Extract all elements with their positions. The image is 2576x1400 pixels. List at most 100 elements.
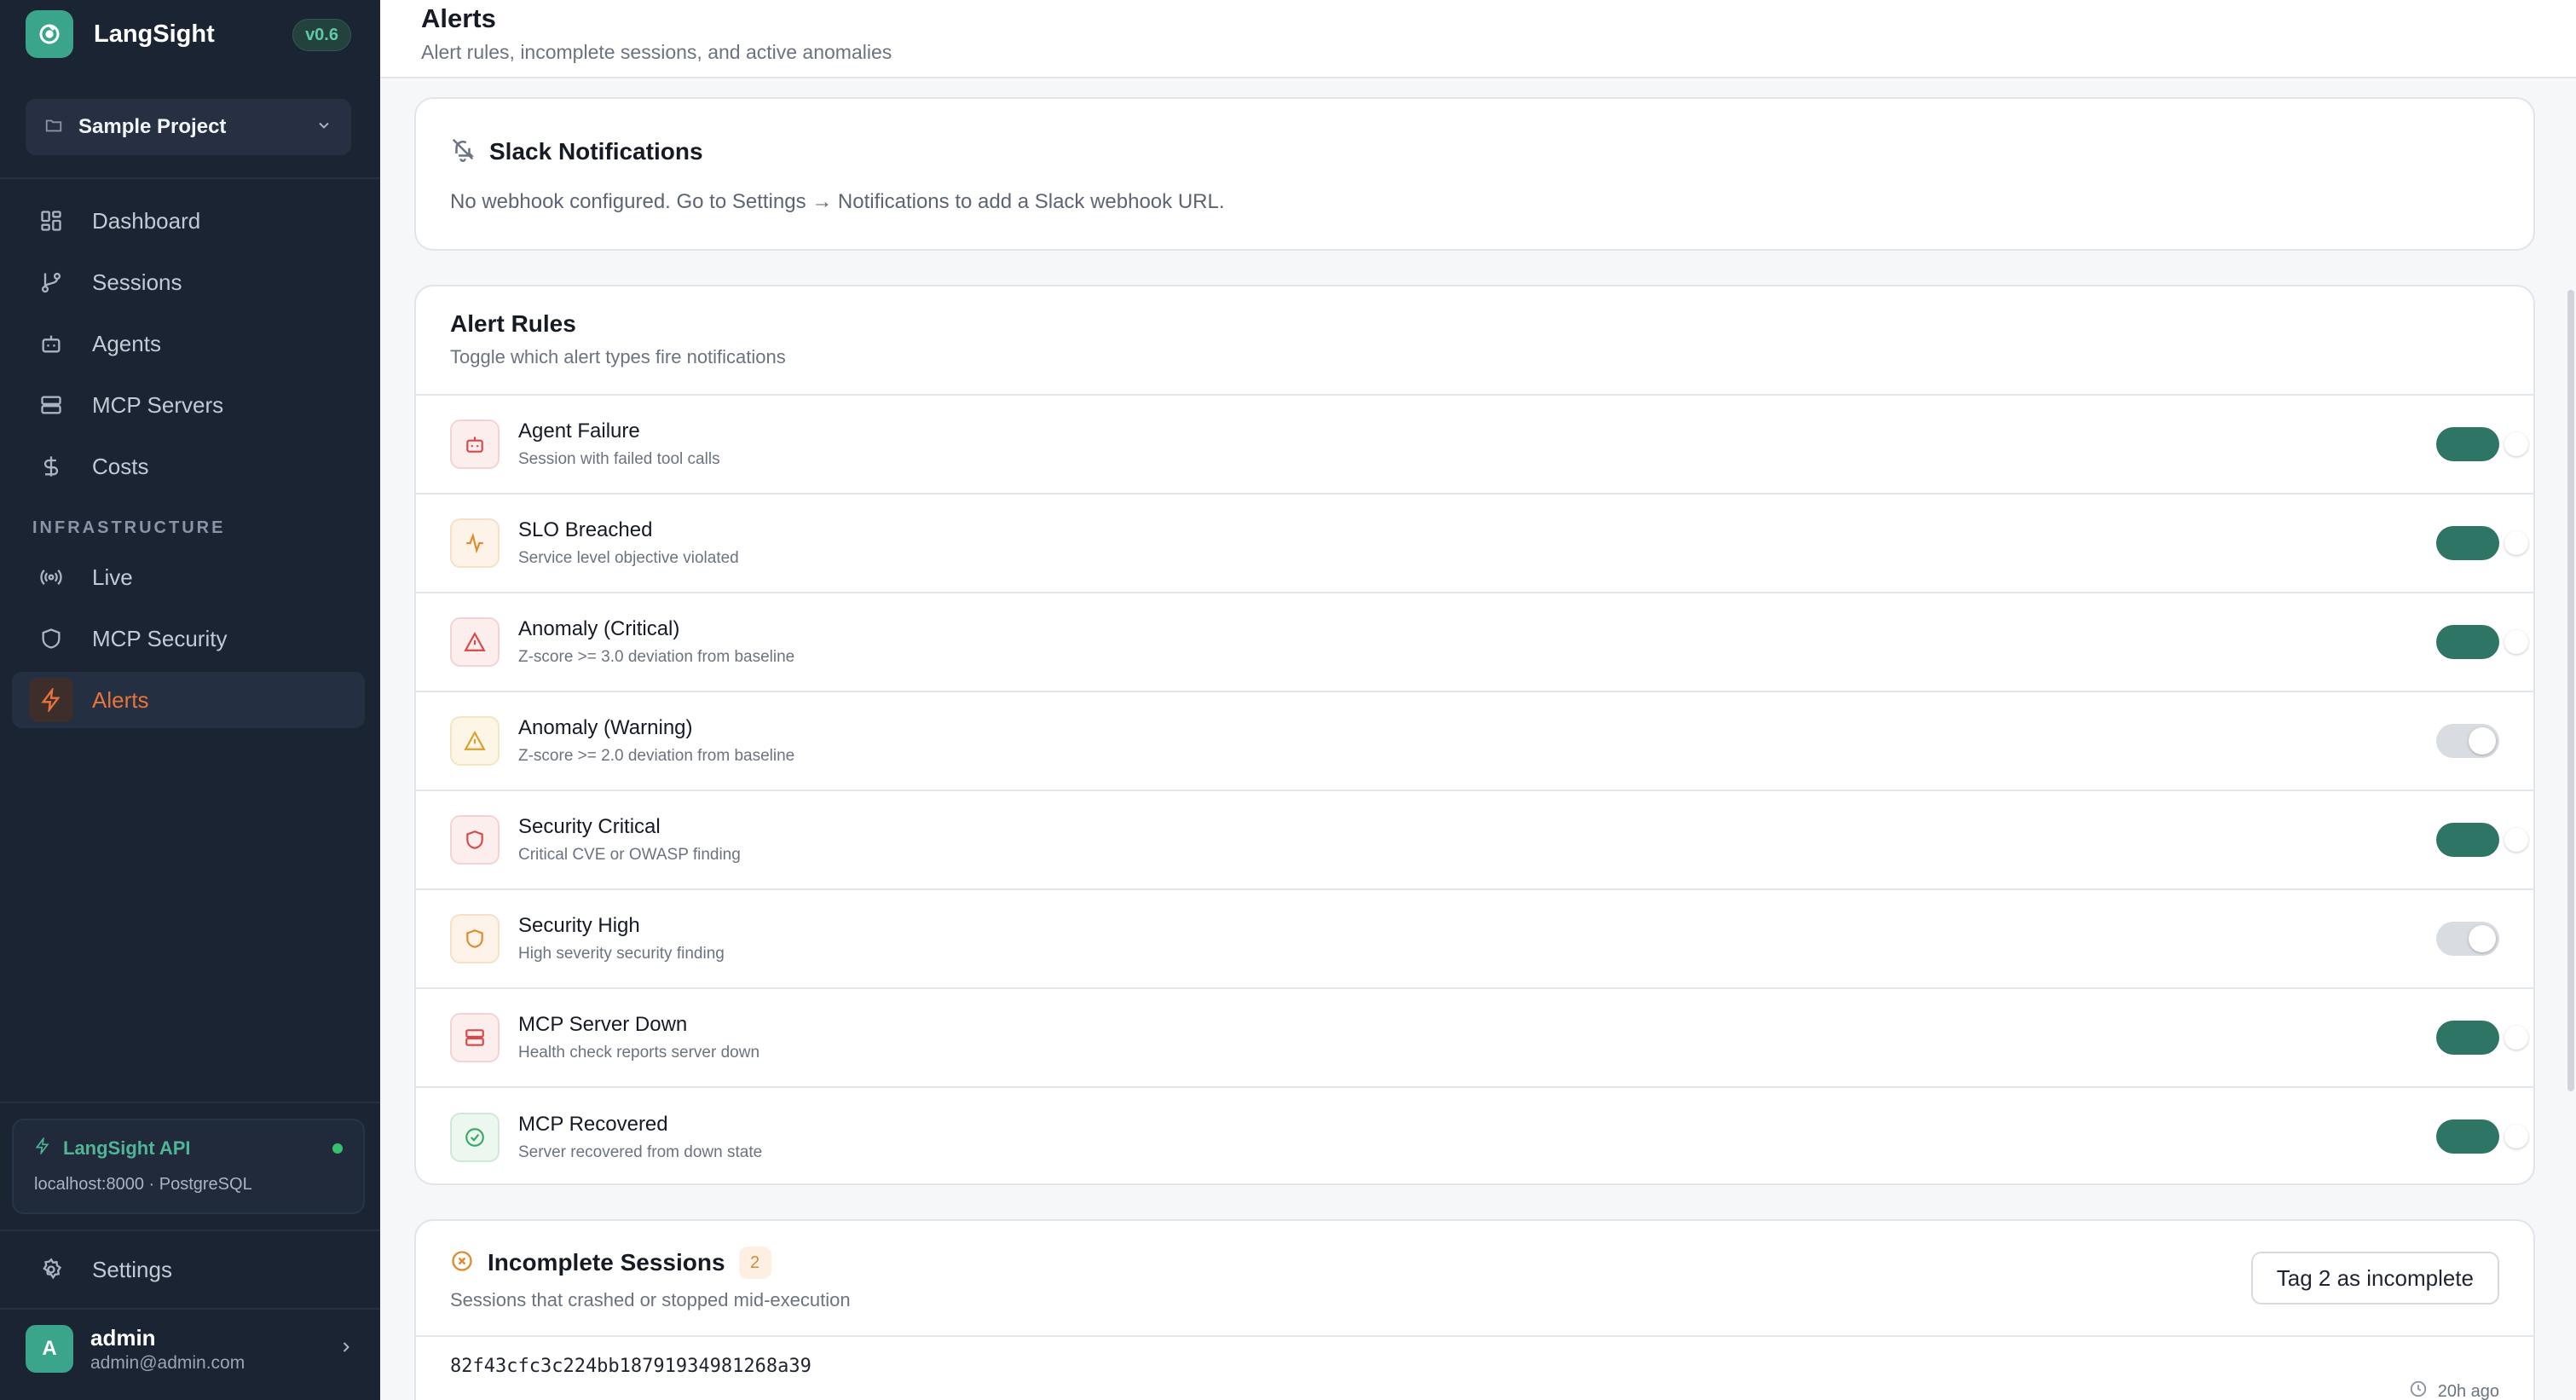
shield-icon [450,815,500,865]
api-subtitle: localhost:8000 · PostgreSQL [34,1175,252,1194]
app-name: LangSight [94,20,215,48]
page-header: Alerts Alert rules, incomplete sessions,… [380,0,2576,78]
bell-off-icon [450,136,476,166]
status-dot [332,1143,343,1154]
alert-triangle-icon [450,716,500,766]
slack-message: No webhook configured. Go to Settings → … [450,190,1225,213]
sidebar-item-label: Live [92,564,133,590]
alert-rules-title: Alert Rules [450,310,576,337]
scrollbar[interactable] [2567,290,2574,1091]
rule-subtitle: Health check reports server down [518,1044,760,1062]
count-badge: 2 [738,1247,771,1279]
check-circle-icon [450,1113,500,1162]
rule-toggle[interactable] [2436,526,2528,560]
avatar: A [26,1325,73,1373]
sidebar-item-mcp-security[interactable]: MCP Security [12,610,365,667]
rule-toggle[interactable] [2436,724,2499,758]
rule-toggle[interactable] [2436,1119,2528,1154]
api-status-card: LangSight API localhost:8000 · PostgreSQ… [12,1119,365,1214]
activity-icon [450,518,500,568]
page-subtitle: Alert rules, incomplete sessions, and ac… [421,41,892,63]
toggle-knob [2504,531,2528,555]
rule-row-security-high: Security High High severity security fin… [416,890,2533,989]
session-row[interactable]: 82f43cfc3c224bb18791934981268a39 20h ago [416,1337,2533,1400]
rule-title: Agent Failure [518,419,640,443]
x-circle-icon [450,1249,474,1277]
clock-icon [2409,1380,2428,1400]
toggle-knob [2504,828,2528,852]
toggle-knob [2504,432,2528,456]
zap-icon [34,1136,51,1160]
git-branch-icon [38,269,65,296]
sidebar-divider [0,1229,380,1231]
toggle-knob [2469,727,2496,755]
slack-notifications-card: Slack Notifications No webhook configure… [414,97,2535,251]
sidebar-item-alerts[interactable]: Alerts [12,672,365,728]
rule-title: Security High [518,914,640,937]
rule-row-security-critical: Security Critical Critical CVE or OWASP … [416,791,2533,890]
toggle-knob [2504,1125,2528,1148]
version-badge: v0.6 [292,19,351,51]
sidebar: LangSight v0.6 Sample Project Dashboard … [0,0,380,1400]
toggle-knob [2469,925,2496,952]
folder-icon [44,116,63,139]
rule-title: MCP Recovered [518,1113,668,1136]
api-title: LangSight API [63,1137,191,1159]
rule-subtitle: Service level objective violated [518,549,739,567]
sidebar-item-sessions[interactable]: Sessions [12,254,365,310]
shield-icon [38,625,65,652]
alert-triangle-icon [450,617,500,667]
rule-subtitle: Session with failed tool calls [518,450,720,468]
sidebar-item-agents[interactable]: Agents [12,315,365,372]
project-selector[interactable]: Sample Project [26,99,351,155]
rule-toggle[interactable] [2436,427,2528,461]
sidebar-item-live[interactable]: Live [12,549,365,605]
rule-row-mcp-server-down: MCP Server Down Health check reports ser… [416,989,2533,1088]
incomplete-title: Incomplete Sessions [488,1249,725,1276]
tag-incomplete-button[interactable]: Tag 2 as incomplete [2250,1252,2499,1305]
page-title: Alerts [421,3,496,33]
logo-icon [26,10,73,58]
radio-icon [38,564,65,591]
sidebar-item-label: Agents [92,330,161,356]
rule-title: MCP Server Down [518,1013,688,1036]
sidebar-divider [0,177,380,179]
sidebar-item-label: Sessions [92,269,182,295]
rule-subtitle: High severity security finding [518,945,725,963]
rule-title: Security Critical [518,815,661,838]
bot-icon [38,330,65,357]
shield-icon [450,914,500,963]
alert-rules-card: Alert Rules Toggle which alert types fir… [414,285,2535,1185]
project-name: Sample Project [78,115,227,138]
sidebar-item-dashboard[interactable]: Dashboard [12,193,365,249]
session-age: 20h ago [2437,1381,2499,1400]
rule-toggle[interactable] [2436,922,2499,956]
sidebar-item-label: Dashboard [92,207,201,234]
chevron-down-icon [315,117,332,138]
zap-icon [29,678,73,722]
sidebar-item-costs[interactable]: Costs [12,438,365,495]
rule-row-anomaly-warning: Anomaly (Warning) Z-score >= 2.0 deviati… [416,692,2533,791]
rule-toggle[interactable] [2436,823,2528,857]
sidebar-item-label: MCP Servers [92,391,224,418]
alert-rules-subtitle: Toggle which alert types fire notificati… [450,346,786,367]
incomplete-subtitle: Sessions that crashed or stopped mid-exe… [450,1289,851,1310]
rule-row-anomaly-critical: Anomaly (Critical) Z-score >= 3.0 deviat… [416,593,2533,692]
brand[interactable]: LangSight [26,10,215,58]
toggle-knob [2504,630,2528,654]
bot-icon [450,419,500,469]
server-icon [450,1013,500,1062]
sidebar-item-settings[interactable]: Settings [12,1241,365,1298]
dollar-icon [38,453,65,480]
server-icon [38,391,65,419]
sidebar-item-label: MCP Security [92,625,228,651]
sidebar-item-mcp-servers[interactable]: MCP Servers [12,377,365,433]
user-name: admin [90,1324,156,1351]
gear-icon [38,1256,65,1283]
rule-title: Anomaly (Warning) [518,716,693,739]
rule-row-mcp-recovered: MCP Recovered Server recovered from down… [416,1088,2533,1183]
rule-toggle[interactable] [2436,1021,2528,1055]
rule-toggle[interactable] [2436,625,2528,659]
rule-row-agent-failure: Agent Failure Session with failed tool c… [416,396,2533,495]
user-menu[interactable]: A admin admin@admin.com [26,1323,355,1374]
